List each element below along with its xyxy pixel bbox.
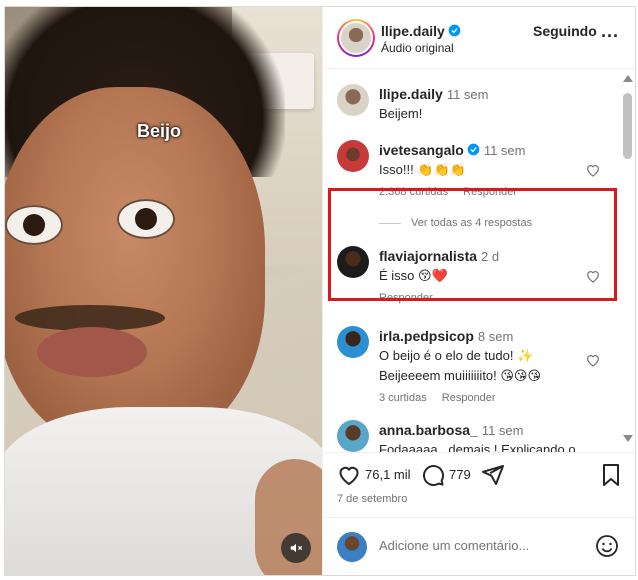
- commenter-avatar[interactable]: [337, 420, 369, 452]
- current-user-avatar: [337, 532, 367, 562]
- highlight-box: [328, 188, 617, 301]
- emoji-icon[interactable]: [595, 534, 619, 558]
- audio-label[interactable]: Áudio original: [381, 41, 454, 55]
- video-person-lips: [37, 327, 147, 377]
- video-person-eye-right: [117, 199, 175, 239]
- post-date[interactable]: 7 de setembro: [337, 493, 407, 505]
- commenter-username[interactable]: anna.barbosa_: [379, 422, 478, 438]
- commenter-avatar[interactable]: [337, 326, 369, 358]
- comments-count[interactable]: 779: [449, 467, 471, 482]
- comment-item: irla.pedpsicop 8 sem O beijo é o elo de t…: [323, 326, 619, 410]
- comment-text: Isso!!! 👏👏👏: [379, 162, 466, 177]
- likes-count[interactable]: 76,1 mil: [365, 467, 411, 482]
- video-caption-overlay: Beijo: [137, 121, 182, 141]
- video-person-eye-left: [5, 205, 63, 245]
- commenter-username[interactable]: ivetesangalo: [379, 142, 464, 158]
- comment-time[interactable]: 11 sem: [484, 143, 526, 158]
- like-heart-icon[interactable]: [337, 463, 361, 487]
- author-avatar[interactable]: [337, 19, 375, 57]
- comment-text: Fodaaaaa , demais ! Explicando o: [379, 442, 576, 452]
- comment-likes[interactable]: 3 curtidas: [379, 392, 427, 404]
- reply-button[interactable]: Responder: [442, 392, 496, 404]
- video-person-face: [5, 87, 265, 447]
- verified-badge-icon: [467, 143, 480, 156]
- comments-scrollbar[interactable]: [620, 73, 634, 449]
- comments-list: llipe.daily 11 sem Beijem! ivetesangalo 11…: [323, 70, 635, 452]
- like-comment-heart-icon[interactable]: [585, 352, 601, 368]
- comment-time[interactable]: 8 sem: [478, 329, 513, 344]
- post-header: llipe.daily Áudio original Seguindo ...: [323, 7, 635, 69]
- mute-button[interactable]: [281, 533, 311, 563]
- author-username[interactable]: llipe.daily: [381, 23, 445, 39]
- like-comment-heart-icon[interactable]: [585, 162, 601, 178]
- comment-item: anna.barbosa_ 11 sem Fodaaaaa , demais ! …: [323, 420, 619, 452]
- caption-text: Beijem!: [379, 106, 423, 121]
- verified-badge-icon: [448, 24, 461, 37]
- share-icon[interactable]: [481, 463, 505, 487]
- caption-username[interactable]: llipe.daily: [379, 86, 443, 102]
- commenter-username[interactable]: irla.pedpsicop: [379, 328, 474, 344]
- comment-composer: [323, 517, 635, 575]
- post-actions: 76,1 mil 779 7 de setembro: [323, 452, 635, 517]
- scroll-down-arrow-icon[interactable]: [623, 435, 633, 442]
- scroll-thumb[interactable]: [623, 93, 632, 159]
- muted-speaker-icon: [290, 543, 303, 553]
- comment-text: O beijo é o elo de tudo! ✨ Beijeeeem mui…: [379, 348, 542, 383]
- post-caption: llipe.daily 11 sem Beijem!: [323, 84, 619, 124]
- bookmark-icon[interactable]: [600, 463, 622, 487]
- scroll-up-arrow-icon[interactable]: [623, 75, 633, 82]
- post-dialog: Beijo llipe.daily Áudio original Seguind…: [4, 6, 636, 576]
- reel-video[interactable]: Beijo: [5, 7, 322, 575]
- comment-input[interactable]: [379, 538, 579, 553]
- commenter-avatar[interactable]: [337, 140, 369, 172]
- caption-time[interactable]: 11 sem: [447, 87, 489, 102]
- following-button[interactable]: Seguindo: [533, 23, 597, 39]
- comment-time[interactable]: 11 sem: [482, 423, 524, 438]
- more-options-icon[interactable]: ...: [601, 21, 619, 42]
- comment-icon[interactable]: [421, 463, 445, 487]
- post-side-panel: llipe.daily Áudio original Seguindo ... …: [322, 7, 635, 575]
- caption-avatar[interactable]: [337, 84, 369, 116]
